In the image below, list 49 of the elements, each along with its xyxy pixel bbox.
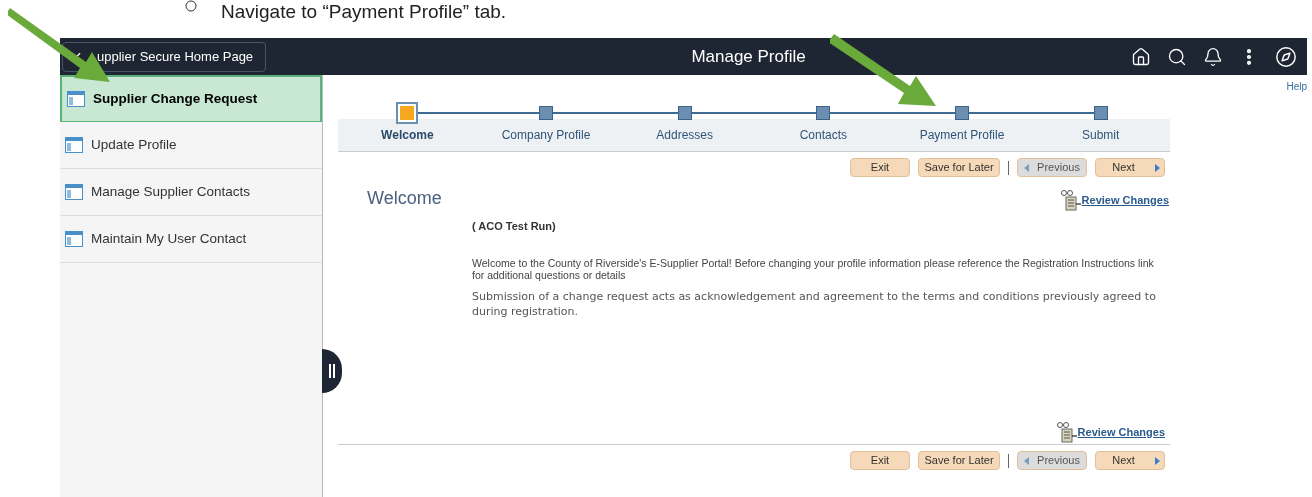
- page-title: Manage Profile: [691, 45, 806, 68]
- sidebar-item[interactable]: Maintain My User Contact: [60, 216, 322, 263]
- step-tab[interactable]: Addresses: [615, 126, 754, 144]
- review-changes-link[interactable]: Review Changes: [1058, 188, 1170, 212]
- step-marker[interactable]: [955, 106, 969, 120]
- bullet-icon: [185, 0, 197, 12]
- step-tab[interactable]: Contacts: [754, 126, 893, 144]
- welcome-paragraph: Welcome to the County of Riverside's E-Supplier Portal! Before changing your profile information please reference the Registration Instructions link for additional questions or details: [472, 256, 1155, 281]
- right-triangle-icon: [1155, 163, 1160, 172]
- action-button[interactable]: Exit: [850, 451, 910, 470]
- collapse-handle[interactable]: [322, 349, 342, 393]
- next-button[interactable]: Next: [1095, 451, 1165, 470]
- instruction-text: Navigate to “Payment Profile” tab.: [221, 2, 507, 21]
- step-tab[interactable]: Payment Profile: [892, 126, 1032, 144]
- document-glasses-icon: [1055, 421, 1078, 443]
- step-marker[interactable]: [677, 106, 692, 120]
- sidebar-item[interactable]: Update Profile: [60, 122, 322, 169]
- step-tab[interactable]: Welcome: [338, 126, 477, 144]
- help-link[interactable]: Help: [1286, 79, 1307, 94]
- bell-icon[interactable]: [1203, 46, 1223, 67]
- compass-icon[interactable]: [1275, 45, 1297, 68]
- home-icon[interactable]: [1131, 46, 1151, 67]
- step-marker[interactable]: [1093, 106, 1108, 120]
- submission-paragraph: Submission of a change request acts as acknowledgement and agreement to the terms and conditions previously agreed to during registration.: [472, 288, 1157, 319]
- review-changes-link[interactable]: Review Changes: [1055, 421, 1165, 443]
- page-icon: [65, 184, 83, 200]
- subtitle: ( ACO Test Run): [472, 219, 557, 234]
- separator-bar: [1008, 453, 1009, 468]
- left-triangle-icon: [1024, 163, 1030, 172]
- action-button[interactable]: Save for Later: [918, 451, 1000, 470]
- sidebar-item[interactable]: Manage Supplier Contacts: [60, 169, 322, 216]
- next-button[interactable]: Next: [1095, 158, 1165, 177]
- step-marker[interactable]: [816, 106, 831, 120]
- pause-bars-icon: [329, 364, 335, 378]
- page-icon: [67, 91, 85, 107]
- action-button[interactable]: Exit: [850, 158, 910, 177]
- step-tab[interactable]: Company Profile: [476, 126, 616, 144]
- action-button[interactable]: Save for Later: [918, 158, 1000, 177]
- step-tab[interactable]: Submit: [1031, 126, 1170, 144]
- separator-bar: [1008, 160, 1009, 175]
- page-icon: [65, 137, 83, 153]
- document-glasses-icon: [1059, 189, 1082, 211]
- sidebar-item[interactable]: Supplier Change Request: [60, 75, 322, 122]
- section-heading: Welcome: [367, 187, 442, 210]
- search-icon[interactable]: [1167, 46, 1187, 67]
- right-triangle-icon: [1155, 456, 1160, 465]
- page-icon: [65, 231, 83, 247]
- left-triangle-icon: [1024, 456, 1030, 465]
- step-marker[interactable]: [539, 106, 553, 120]
